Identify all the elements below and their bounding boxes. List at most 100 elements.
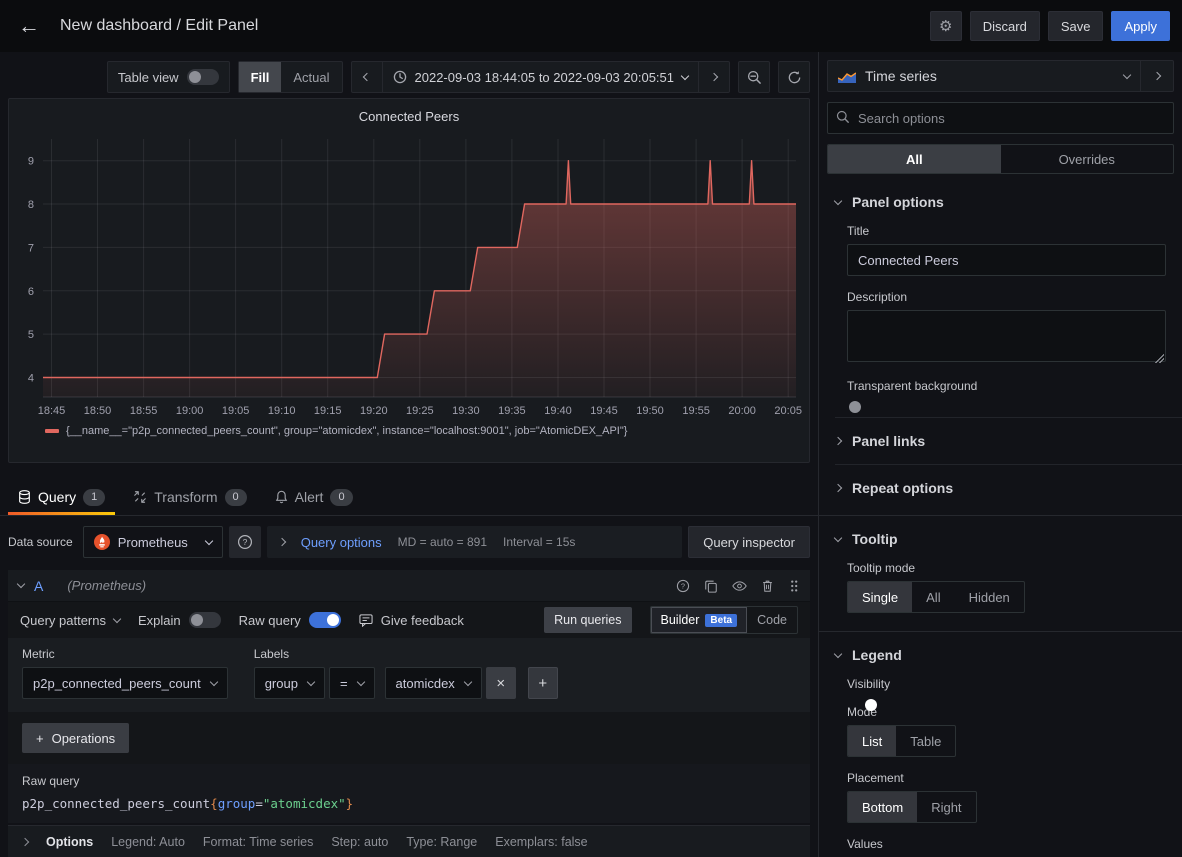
time-shift-back-button[interactable] (352, 62, 382, 92)
time-series-chart[interactable]: 18:4518:5018:5519:0019:0519:1019:1519:20… (15, 129, 802, 421)
interval: Interval = 15s (503, 535, 575, 549)
raw-query-toggle-label: Raw query (239, 613, 301, 628)
svg-text:?: ? (681, 581, 685, 590)
resize-grip-icon[interactable] (1155, 354, 1164, 363)
explain-toggle[interactable] (189, 612, 221, 628)
duplicate-query-icon[interactable] (704, 579, 718, 593)
add-label-button[interactable]: + (528, 667, 558, 699)
legend-section: Legend Visibility Mode List Table Placem… (819, 631, 1182, 857)
table-view-group: Table view (107, 61, 230, 93)
tooltip-header[interactable]: Tooltip (835, 531, 1166, 547)
add-operations-button[interactable]: + Operations (22, 723, 129, 753)
legend-mode-segment: List Table (847, 725, 956, 757)
legend-mode-table-option[interactable]: Table (896, 726, 955, 756)
repeat-options-heading: Repeat options (852, 480, 953, 496)
query-row-header[interactable]: A (Prometheus) ? (8, 570, 810, 602)
legend-placement-bottom-option[interactable]: Bottom (848, 792, 917, 822)
collapse-query-icon[interactable] (17, 580, 25, 588)
delete-query-trash-icon[interactable] (761, 579, 774, 593)
visualization-name: Time series (865, 68, 937, 84)
panel-options-header[interactable]: Panel options (835, 194, 1166, 210)
tab-transform-count: 0 (225, 489, 247, 506)
legend-mode-list-option[interactable]: List (848, 726, 896, 756)
title-label: Title (847, 224, 1166, 238)
label-key-select[interactable]: group (254, 667, 325, 699)
label-value-select[interactable]: atomicdex (385, 667, 482, 699)
query-inspector-button[interactable]: Query inspector (688, 526, 810, 558)
hide-response-eye-icon[interactable] (732, 579, 747, 593)
chevron-right-icon (834, 437, 842, 445)
table-view-toggle[interactable] (187, 69, 219, 85)
legend-heading: Legend (852, 647, 902, 663)
search-options-input[interactable] (827, 102, 1174, 134)
time-range-picker[interactable]: 2022-09-03 18:44:05 to 2022-09-03 20:05:… (383, 62, 699, 92)
svg-text:5: 5 (28, 329, 34, 341)
panel-description-textarea[interactable] (847, 310, 1166, 362)
query-options-collapsed[interactable]: Query options MD = auto = 891 Interval =… (267, 526, 683, 558)
datasource-help-button[interactable]: ? (229, 526, 261, 558)
repeat-options-header[interactable]: Repeat options (835, 464, 1182, 511)
raw-query-toggle[interactable] (309, 612, 341, 628)
panel-title-input[interactable] (847, 244, 1166, 276)
metric-field: Metric p2p_connected_peers_count (22, 647, 228, 699)
chart-legend: {__name__="p2p_connected_peers_count", g… (15, 421, 803, 441)
remove-label-button[interactable]: × (486, 667, 516, 699)
svg-text:18:45: 18:45 (38, 405, 66, 417)
legend-placement-right-option[interactable]: Right (917, 792, 975, 822)
fill-option[interactable]: Fill (239, 62, 282, 92)
back-arrow-icon[interactable]: ← (12, 15, 46, 37)
code-option[interactable]: Code (747, 607, 797, 633)
label-operator-select[interactable]: = (329, 667, 375, 699)
filter-overrides-option[interactable]: Overrides (1001, 145, 1174, 173)
tooltip-hidden-option[interactable]: Hidden (955, 582, 1024, 612)
panel-links-header[interactable]: Panel links (835, 417, 1182, 464)
zoom-out-icon (747, 70, 762, 85)
metric-labels-editor: Metric p2p_connected_peers_count Labels … (8, 638, 810, 712)
legend-series-label[interactable]: {__name__="p2p_connected_peers_count", g… (66, 425, 627, 437)
drag-handle-icon[interactable] (788, 579, 800, 593)
prometheus-icon (94, 534, 110, 550)
save-button[interactable]: Save (1048, 11, 1104, 41)
run-queries-button[interactable]: Run queries (544, 607, 631, 633)
discard-button[interactable]: Discard (970, 11, 1040, 41)
svg-text:19:30: 19:30 (452, 405, 480, 417)
svg-text:19:05: 19:05 (222, 405, 250, 417)
refresh-button[interactable] (778, 61, 810, 93)
tab-transform[interactable]: Transform 0 (123, 479, 256, 515)
tab-query[interactable]: Query 1 (8, 479, 115, 515)
legend-placement-segment: Bottom Right (847, 791, 977, 823)
zoom-out-button[interactable] (738, 61, 770, 93)
svg-text:9: 9 (28, 156, 34, 168)
svg-text:18:55: 18:55 (130, 405, 158, 417)
label-key-value: group (265, 676, 298, 691)
apply-button[interactable]: Apply (1111, 11, 1170, 41)
query-help-icon[interactable]: ? (676, 579, 690, 593)
tab-alert[interactable]: Alert 0 (265, 479, 363, 515)
legend-header[interactable]: Legend (835, 647, 1166, 663)
metric-select[interactable]: p2p_connected_peers_count (22, 667, 228, 699)
panel-toolbar: Table view Fill Actual 2022-09-03 18:44:… (8, 60, 810, 94)
query-datasource-hint: (Prometheus) (67, 578, 146, 593)
give-feedback-link[interactable]: Give feedback (359, 613, 464, 628)
tooltip-single-option[interactable]: Single (848, 582, 912, 612)
actual-option[interactable]: Actual (281, 62, 341, 92)
svg-text:20:00: 20:00 (728, 405, 756, 417)
builder-option[interactable]: Builder Beta (651, 607, 748, 633)
tooltip-heading: Tooltip (852, 531, 898, 547)
visualization-picker[interactable]: Time series (827, 60, 1140, 92)
time-picker-group: 2022-09-03 18:44:05 to 2022-09-03 20:05:… (351, 61, 731, 93)
svg-text:19:40: 19:40 (544, 405, 572, 417)
panel-settings-button[interactable]: ⚙ (930, 11, 962, 41)
datasource-picker[interactable]: Prometheus (83, 526, 223, 558)
filter-all-option[interactable]: All (828, 145, 1001, 173)
query-builder-toolbar: Query patterns Explain Raw query Give fe… (8, 602, 810, 638)
query-patterns-dropdown[interactable]: Query patterns (20, 613, 120, 628)
datasource-name: Prometheus (118, 535, 188, 550)
all-overrides-segment: All Overrides (827, 144, 1174, 174)
visualization-expand-button[interactable] (1140, 60, 1174, 92)
chevron-down-icon (834, 533, 842, 541)
tooltip-all-option[interactable]: All (912, 582, 954, 612)
metric-value: p2p_connected_peers_count (33, 676, 201, 691)
query-options-summary[interactable]: Options Legend: Auto Format: Time series… (8, 825, 810, 857)
time-shift-forward-button[interactable] (699, 62, 729, 92)
